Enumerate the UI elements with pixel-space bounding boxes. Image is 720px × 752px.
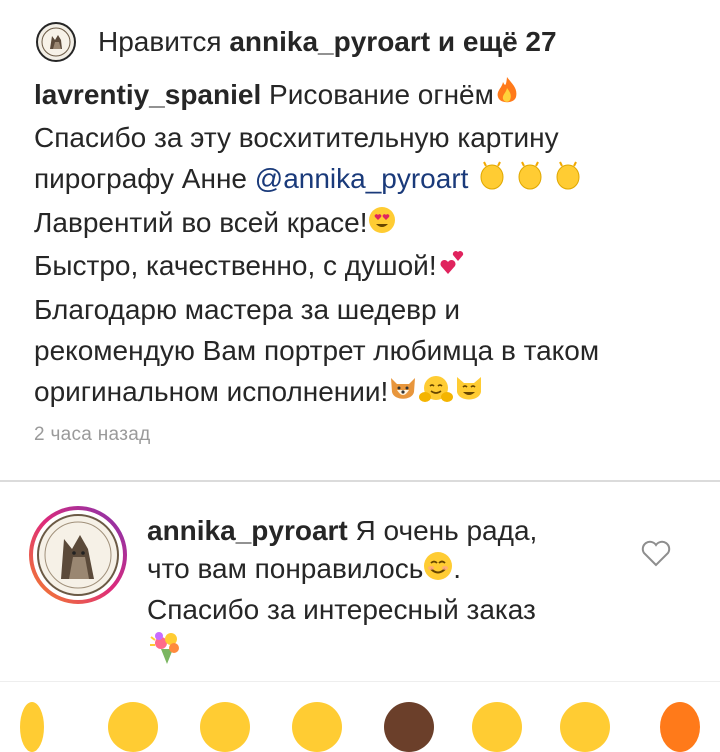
emoji-option[interactable] [660,702,700,752]
reply-comment: annika_pyroart Я очень рада, что вам пон… [147,512,627,675]
post-username[interactable]: lavrentiy_spaniel [34,79,261,110]
two-hearts-icon [437,246,469,289]
caption-line-4: Лаврентий во всей красе! [34,207,368,239]
fire-icon [494,76,520,117]
smiling-face-icon [423,551,453,591]
emoji-option[interactable] [20,702,44,752]
dog-portrait-icon [41,27,71,57]
emoji-option[interactable] [384,702,434,752]
emoji-option[interactable] [472,702,522,752]
caption-line-3: пирографу Анне [34,163,247,195]
reply-line-1: Я очень рада, [355,515,538,546]
reply-username[interactable]: annika_pyroart [147,515,348,546]
emoji-quick-bar [0,696,720,752]
smiling-cat-icon [454,374,484,415]
hugging-face-icon [418,374,454,415]
divider [0,681,720,682]
caption-line-8: оригинальном исполнении! [34,376,389,408]
story-ring-avatar-icon [29,506,127,604]
emoji-option[interactable] [108,702,158,752]
caption-line-6: Благодарю мастера за шедевр и [34,294,461,326]
caption-line-1: Рисование огнём [269,79,494,110]
emoji-option[interactable] [200,702,250,752]
likes-suffix[interactable]: и ещё 27 [438,26,557,57]
caption-line-7: рекомендую Вам портрет любимца в таком [34,335,600,367]
likes-summary[interactable]: Нравится annika_pyroart и ещё 27 [98,26,557,58]
emoji-option[interactable] [560,702,610,752]
emoji-option[interactable] [292,702,342,752]
liker-avatar[interactable] [36,22,76,62]
reply-avatar[interactable] [28,505,128,605]
heart-outline-icon [641,540,671,567]
reply-line-2-end: . [453,553,462,584]
caption-line-2: Спасибо за эту восхитительную картину [34,122,559,154]
clapping-hands-icon [476,159,586,202]
post-caption: lavrentiy_spaniel Рисование огнём Спасиб… [34,74,704,415]
dog-face-icon [388,374,418,415]
likes-row[interactable]: Нравится annika_pyroart и ещё 27 [36,20,557,64]
reply-line-3: Спасибо за интересный заказ [147,593,536,625]
reply-line-2: что вам понравилось [147,553,424,584]
likes-prefix: Нравится [98,26,222,57]
mention-link[interactable]: @annika_pyroart [255,163,469,194]
post-timestamp: 2 часа назад [34,424,151,445]
liker-username[interactable]: annika_pyroart [229,26,430,57]
heart-eyes-icon [368,204,396,245]
divider [0,480,720,482]
caption-line-5: Быстро, качественно, с душой! [34,250,437,282]
like-comment-button[interactable] [640,538,672,568]
bouquet-icon [147,629,187,675]
